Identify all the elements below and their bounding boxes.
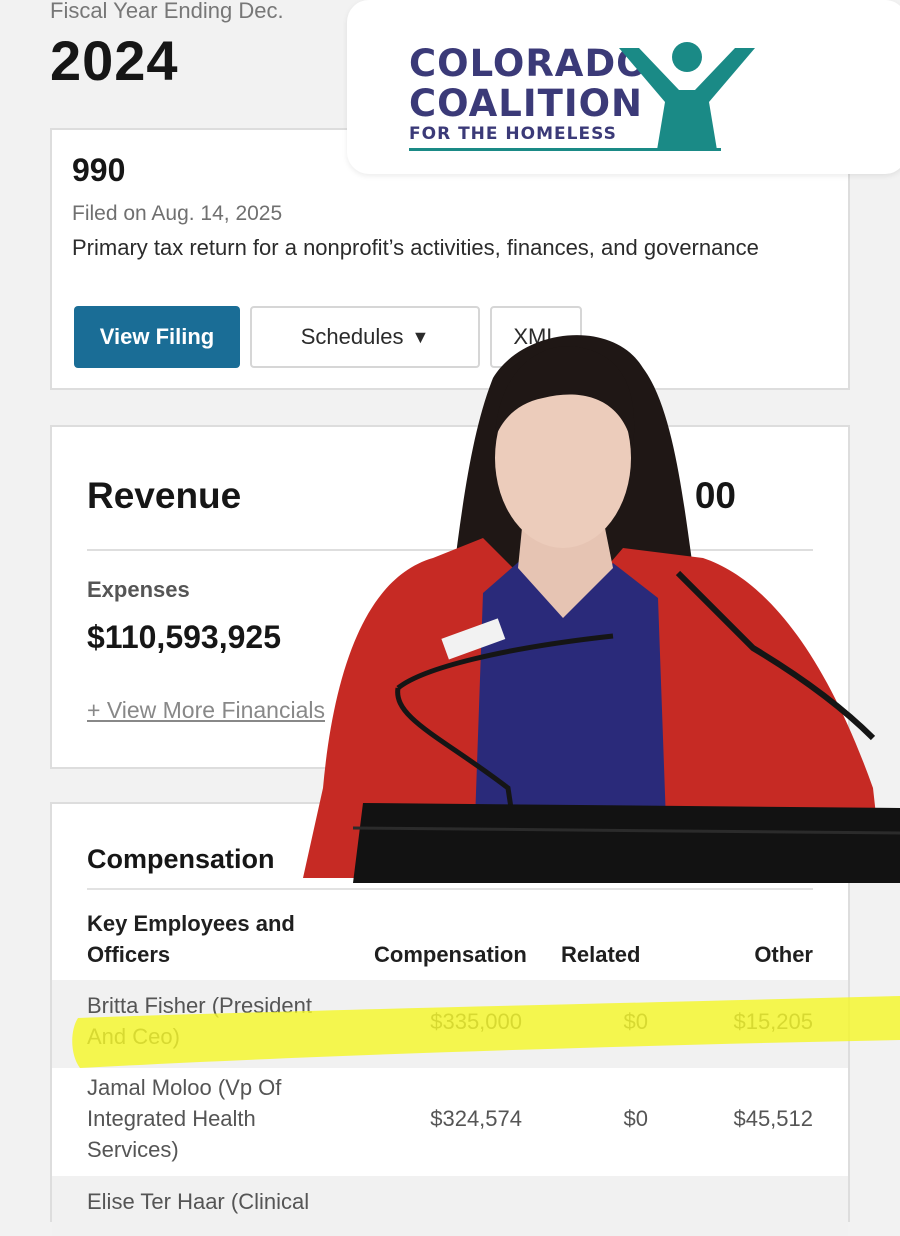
organization-logo: COLORADO COALITION FOR THE HOMELESS: [347, 0, 900, 174]
logo-line: COLORADO: [409, 42, 649, 85]
logo-line: FOR THE HOMELESS: [409, 124, 617, 144]
header-line: Officers: [87, 942, 171, 967]
employee-name: Elise Ter Haar (Clinical: [87, 1189, 310, 1214]
compensation-title: Compensation: [87, 844, 275, 874]
compensation-value: $335,000: [430, 1009, 522, 1034]
compensation-value: $324,574: [430, 1106, 522, 1131]
related-value: $0: [623, 1009, 648, 1034]
filed-date: Filed on Aug. 14, 2025: [72, 202, 283, 225]
employee-name: Jamal Moloo (Vp Of Integrated Health Ser…: [87, 1072, 281, 1165]
view-filing-button[interactable]: View Filing: [74, 306, 240, 368]
column-header-related: Related: [561, 942, 641, 967]
name-line: Integrated Health: [87, 1106, 256, 1131]
logo-wordmark: COLORADO COALITION FOR THE HOMELESS: [409, 44, 649, 146]
other-value: $45,512: [733, 1106, 813, 1131]
name-line: Britta Fisher (President: [87, 993, 312, 1018]
table-row: Elise Ter Haar (Clinical: [52, 1176, 848, 1236]
name-line: Services): [87, 1137, 179, 1162]
employee-name: Britta Fisher (President And Ceo): [87, 990, 312, 1052]
revenue-label: Revenue: [87, 475, 242, 516]
divider: [87, 888, 813, 890]
speaker-photo: [303, 335, 900, 883]
other-value: $15,205: [733, 1009, 813, 1034]
filing-description: Primary tax return for a nonprofit’s act…: [72, 235, 759, 260]
fiscal-year-label: Fiscal Year Ending Dec.: [50, 0, 284, 23]
related-value: $0: [623, 1106, 648, 1131]
fiscal-year: 2024: [50, 29, 179, 92]
column-header-other: Other: [754, 942, 813, 967]
table-row: Jamal Moloo (Vp Of Integrated Health Ser…: [52, 1068, 848, 1178]
logo-line: COALITION: [409, 82, 644, 125]
name-line: And Ceo): [87, 1024, 180, 1049]
expenses-label: Expenses: [87, 577, 190, 602]
table-row: Britta Fisher (President And Ceo) $335,0…: [52, 980, 848, 1068]
header-line: Key Employees and: [87, 911, 295, 936]
form-number: 990: [72, 152, 126, 188]
expenses-value: $110,593,925: [87, 619, 281, 655]
column-header-name: Key Employees and Officers: [87, 908, 295, 970]
name-line: Jamal Moloo (Vp Of: [87, 1075, 282, 1100]
column-header-compensation: Compensation: [374, 942, 527, 967]
raised-arms-figure-icon: [619, 42, 755, 150]
